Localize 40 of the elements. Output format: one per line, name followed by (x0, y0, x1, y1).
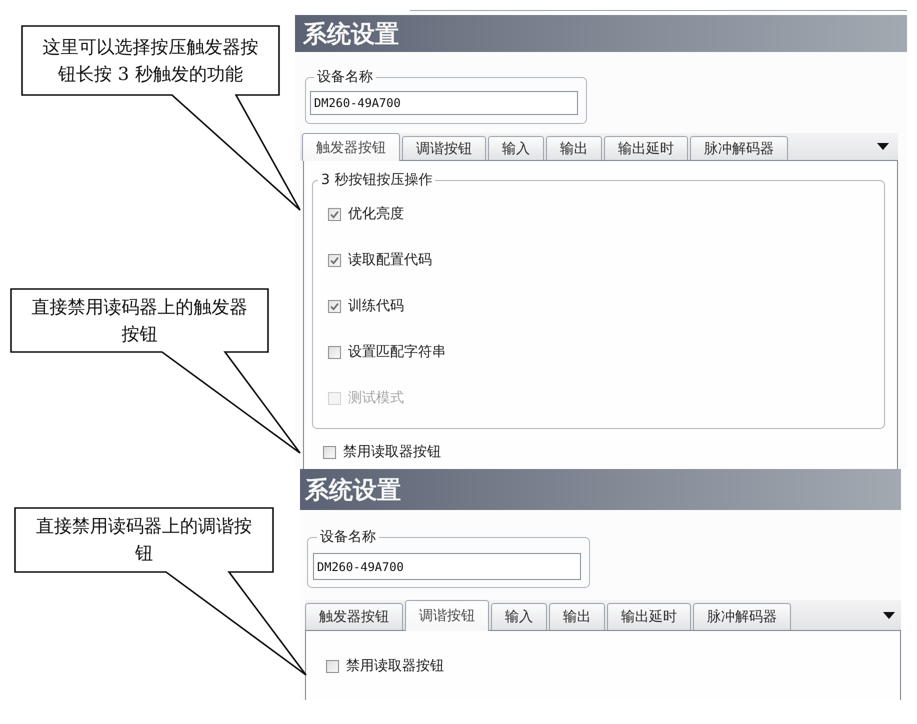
checkbox[interactable] (323, 446, 336, 458)
checkbox-label: 优化亮度 (348, 205, 404, 223)
tab[interactable]: 输入 (488, 136, 544, 160)
checkbox[interactable] (328, 254, 341, 266)
tab[interactable]: 脉冲解码器 (693, 603, 791, 630)
checkbox-label: 禁用读取器按钮 (343, 443, 441, 461)
caret-icon[interactable] (883, 612, 895, 618)
group-label: 设备名称 (319, 529, 377, 545)
tab[interactable]: 调谐按钮 (405, 600, 489, 631)
checkmark-icon (330, 256, 339, 264)
callout-text: 这里可以选择按压触发器按钮长按 3 秒触发的功能 (42, 36, 260, 86)
callout-text: 直接禁用读码器上的触发器按钮 (30, 296, 248, 346)
window-title: 系统设置 (305, 476, 401, 504)
checkmark-icon (330, 210, 339, 218)
checkbox-label: 训练代码 (348, 297, 404, 315)
device-name-field[interactable]: DM260-49A700 (313, 553, 581, 580)
tab[interactable]: 触发器按钮 (302, 133, 400, 161)
caret-icon[interactable] (877, 143, 889, 150)
tab[interactable]: 脉冲解码器 (690, 136, 788, 160)
tab[interactable]: 输出延时 (607, 603, 691, 630)
tab[interactable]: 输出 (546, 136, 602, 160)
checkbox[interactable] (326, 660, 339, 672)
tab[interactable]: 调谐按钮 (402, 136, 486, 160)
checkbox-label: 禁用读取器按钮 (346, 657, 444, 675)
group-label: 3 秒按钮按压操作 (320, 172, 434, 188)
tab[interactable]: 输入 (491, 603, 547, 630)
checkbox-label: 设置匹配字符串 (348, 343, 446, 361)
tab[interactable]: 输出 (549, 603, 605, 630)
checkbox[interactable] (328, 208, 341, 220)
callout-text: 直接禁用读码器上的调谐按钮 (35, 515, 253, 566)
checkbox[interactable] (328, 346, 341, 358)
checkbox[interactable] (328, 300, 341, 312)
tab[interactable]: 触发器按钮 (305, 603, 403, 630)
checkbox-label: 读取配置代码 (348, 251, 432, 269)
device-name-field[interactable]: DM260-49A700 (310, 91, 578, 115)
checkbox-label: 测试模式 (348, 389, 404, 407)
window-title: 系统设置 (303, 20, 399, 48)
group-label: 设备名称 (316, 69, 374, 85)
checkmark-icon (330, 302, 339, 310)
tab[interactable]: 输出延时 (604, 136, 688, 160)
